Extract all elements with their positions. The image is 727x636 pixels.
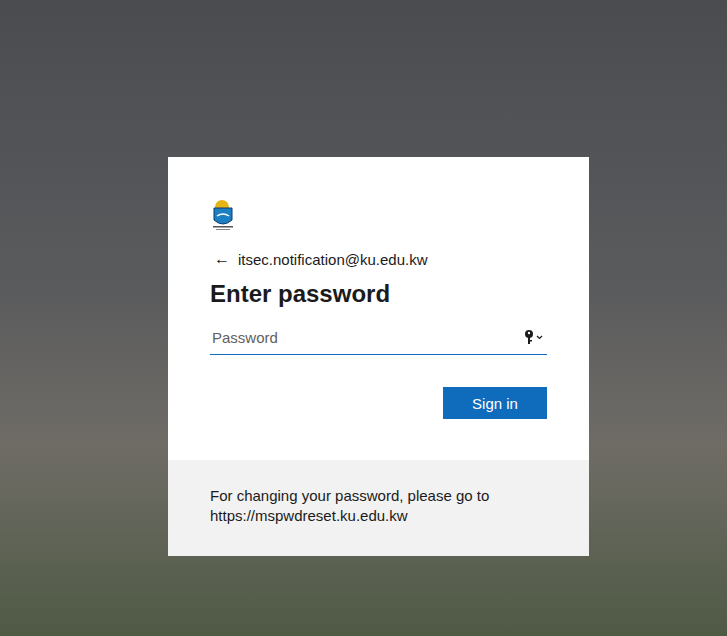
account-row[interactable]: ← itsec.notification@ku.edu.kw xyxy=(210,250,547,268)
university-logo-icon xyxy=(210,198,236,232)
sign-in-button[interactable]: Sign in xyxy=(443,387,547,419)
password-reset-note: For changing your password, please go to… xyxy=(210,486,510,526)
actions-row: Sign in xyxy=(210,387,547,419)
account-email: itsec.notification@ku.edu.kw xyxy=(238,251,428,268)
login-page: ← itsec.notification@ku.edu.kw Enter passw… xyxy=(0,0,727,636)
password-input[interactable] xyxy=(210,323,523,352)
back-arrow-icon[interactable]: ← xyxy=(210,250,230,268)
card-body: ← itsec.notification@ku.edu.kw Enter passw… xyxy=(168,157,589,460)
password-field xyxy=(210,320,547,355)
key-icon[interactable] xyxy=(523,329,545,345)
card-footer: For changing your password, please go to… xyxy=(168,460,589,556)
sign-in-card: ← itsec.notification@ku.edu.kw Enter passw… xyxy=(168,157,589,556)
page-title: Enter password xyxy=(210,280,547,308)
